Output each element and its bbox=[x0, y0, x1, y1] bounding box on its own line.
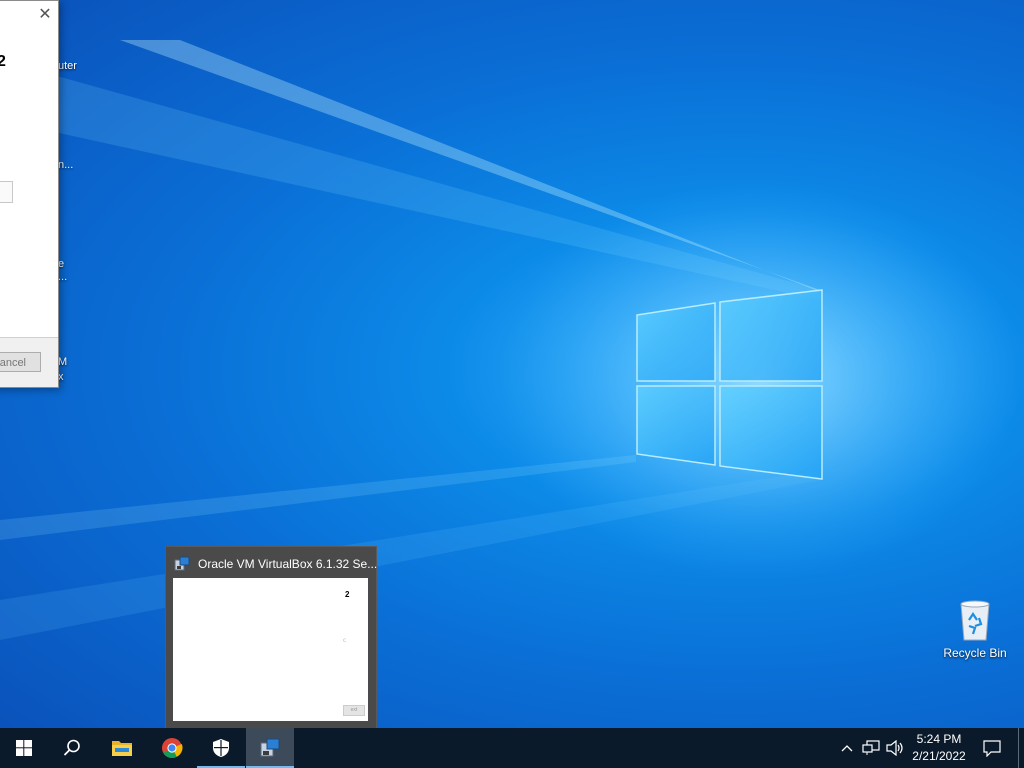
windows-security-icon bbox=[213, 739, 229, 757]
windows-start-icon bbox=[16, 740, 32, 756]
desktop-icon-label[interactable]: M bbox=[58, 356, 67, 368]
virtualbox-setup-taskbar-button[interactable] bbox=[246, 728, 294, 768]
preview-mark: c bbox=[343, 638, 346, 644]
start-button[interactable] bbox=[0, 728, 48, 768]
network-button[interactable] bbox=[860, 728, 882, 768]
taskbar-thumbnail[interactable]: Oracle VM VirtualBox 6.1.32 Se... 2 c ex… bbox=[165, 546, 377, 730]
desktop-icon-label[interactable]: n... bbox=[58, 159, 73, 171]
chrome-button[interactable] bbox=[148, 728, 196, 768]
search-icon bbox=[63, 739, 80, 756]
cancel-button[interactable]: ancel bbox=[0, 352, 41, 372]
taskbar: 5:24 PM 2/21/2022 bbox=[0, 728, 1024, 768]
notification-icon bbox=[983, 740, 1001, 757]
file-explorer-icon bbox=[112, 741, 132, 756]
show-hidden-icons-button[interactable] bbox=[838, 728, 856, 768]
windows-security-button[interactable] bbox=[197, 728, 245, 768]
clock-time: 5:24 PM bbox=[916, 732, 962, 746]
file-explorer-button[interactable] bbox=[98, 728, 146, 768]
dialog-divider bbox=[0, 337, 58, 338]
recycle-bin-icon bbox=[957, 598, 993, 642]
close-icon[interactable]: ✕ bbox=[35, 5, 55, 25]
clock-date: 2/21/2022 bbox=[912, 749, 966, 763]
desktop-icon-label[interactable]: ... bbox=[58, 271, 67, 283]
virtualbox-setup-icon bbox=[260, 738, 280, 757]
thumbnail-title-bar: Oracle VM VirtualBox 6.1.32 Se... bbox=[174, 555, 377, 573]
preview-number: 2 bbox=[345, 590, 350, 599]
clock[interactable]: 5:24 PM 2/21/2022 bbox=[900, 731, 978, 765]
search-button[interactable] bbox=[48, 728, 96, 768]
recycle-bin-label: Recycle Bin bbox=[943, 646, 1007, 660]
chrome-icon bbox=[162, 738, 183, 759]
network-icon bbox=[862, 740, 880, 755]
installer-dialog[interactable]: ✕ 2 n ancel bbox=[0, 0, 59, 388]
thumbnail-title: Oracle VM VirtualBox 6.1.32 Se... bbox=[198, 557, 378, 571]
desktop-icon-label[interactable]: uter bbox=[58, 60, 77, 72]
dialog-heading: 2 bbox=[0, 53, 6, 71]
dialog-field[interactable]: n bbox=[0, 181, 13, 203]
recycle-bin[interactable]: Recycle Bin bbox=[936, 598, 1014, 660]
preview-button: ext bbox=[343, 705, 365, 716]
wallpaper bbox=[0, 40, 1020, 640]
virtualbox-setup-icon bbox=[174, 556, 190, 571]
action-center-button[interactable] bbox=[980, 728, 1004, 768]
dialog-content-area bbox=[0, 1, 58, 337]
chevron-up-icon bbox=[841, 745, 853, 752]
thumbnail-preview[interactable]: 2 c ext bbox=[173, 578, 368, 721]
show-desktop-button[interactable] bbox=[1018, 728, 1024, 768]
